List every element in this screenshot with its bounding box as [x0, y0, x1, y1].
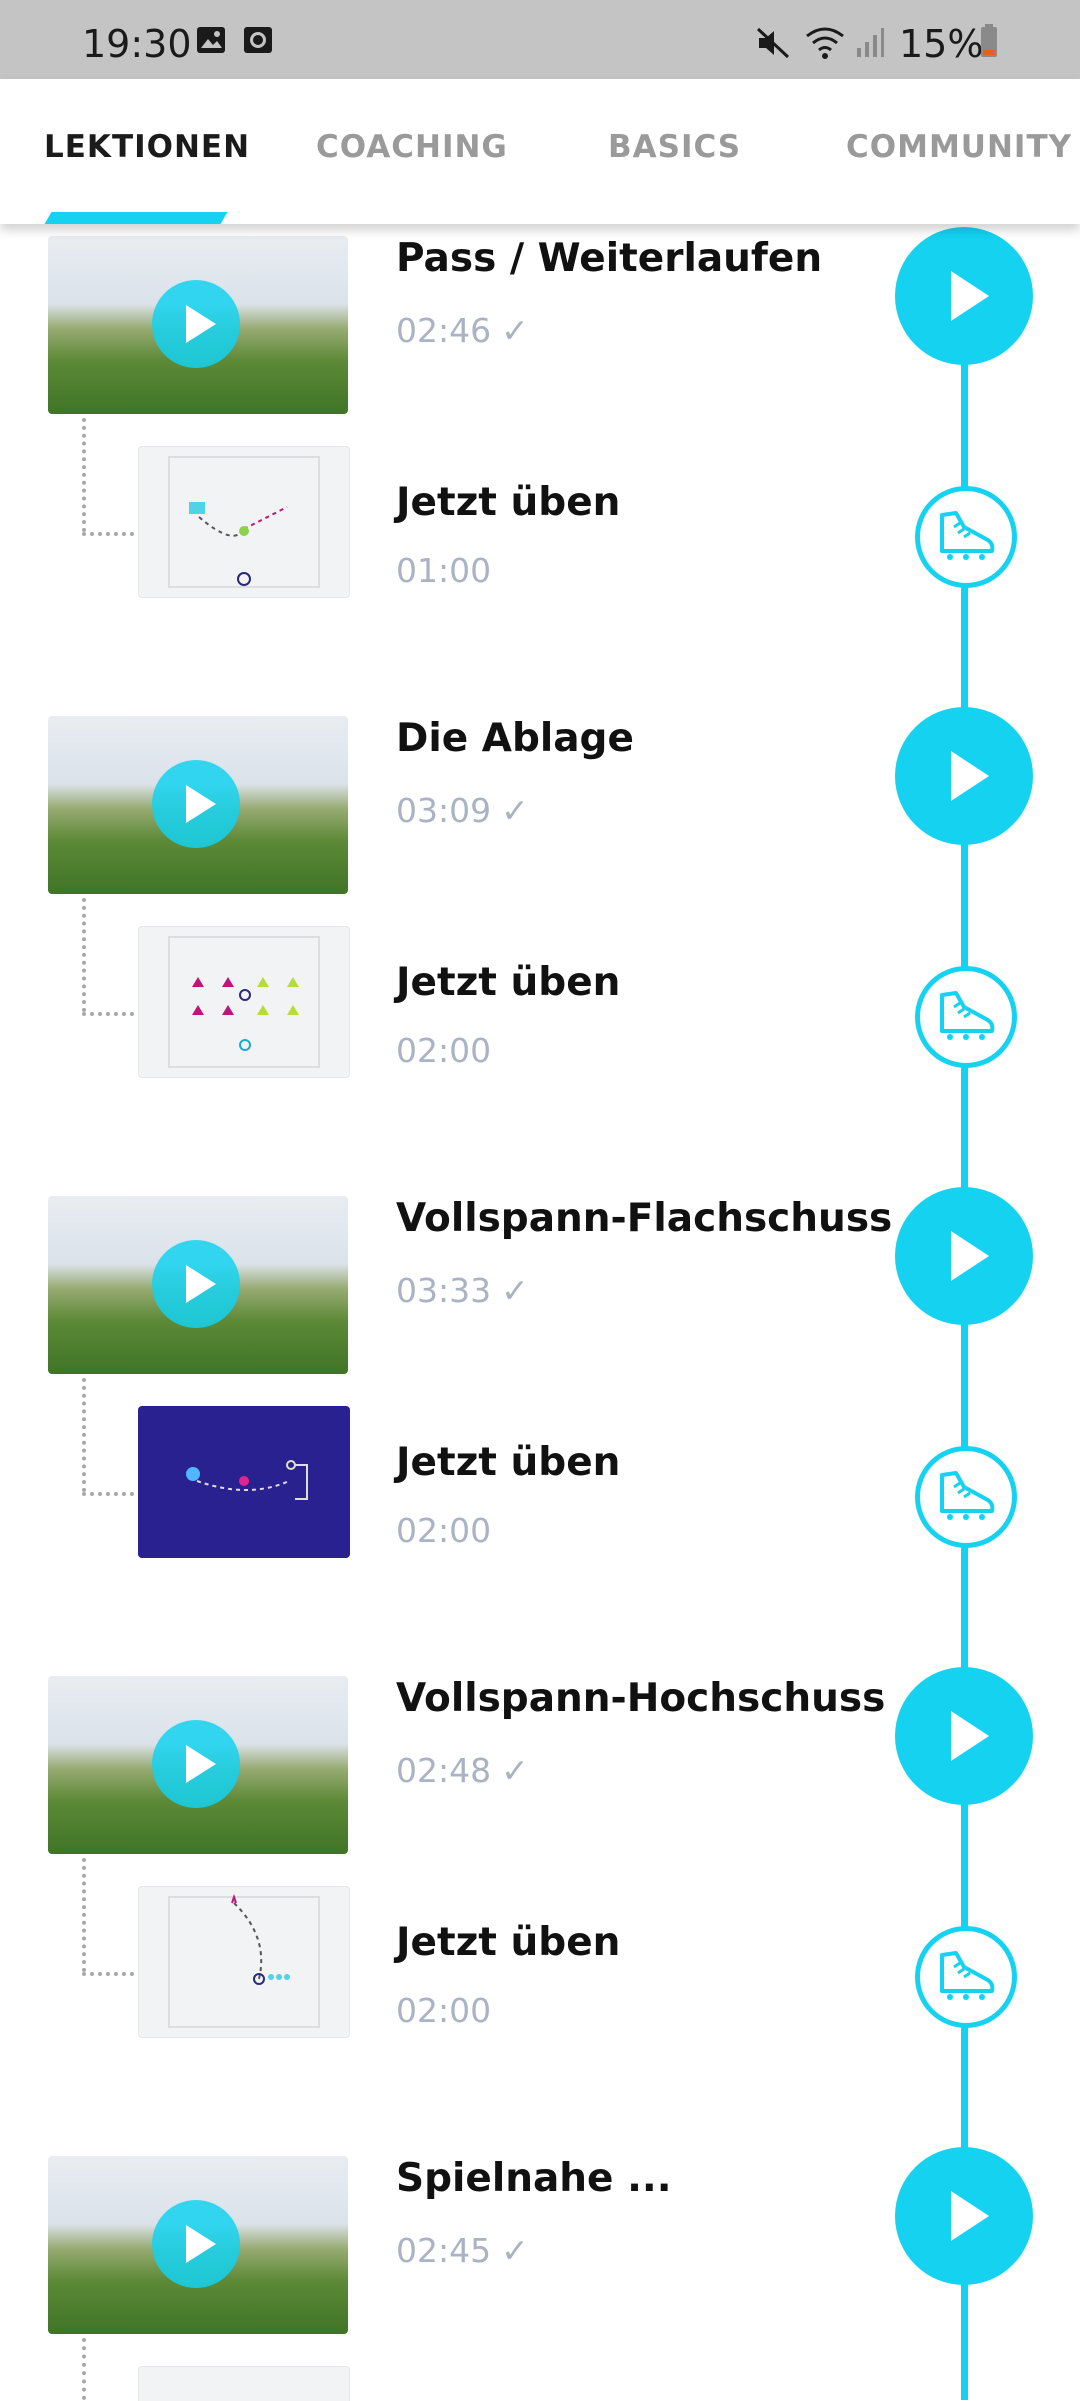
connector-line	[82, 1972, 134, 1976]
practice-button[interactable]	[915, 486, 1017, 588]
tab-community[interactable]: COMMUNITY	[846, 129, 1071, 165]
tab-coaching[interactable]: COACHING	[316, 129, 507, 165]
lesson-title[interactable]: Pass / Weiterlaufen	[396, 236, 822, 281]
play-icon	[152, 2200, 240, 2288]
tab-bar: LEKTIONEN COACHING BASICS COMMUNITY	[0, 79, 1080, 224]
check-icon: ✓	[501, 311, 529, 350]
practice-duration: 02:00	[396, 1031, 492, 1070]
lesson-title[interactable]: Vollspann-Flachschuss	[396, 1196, 892, 1241]
signal-icon	[855, 26, 885, 62]
lesson-title[interactable]: Vollspann-Hochschuss	[396, 1676, 885, 1721]
drill-thumbnail[interactable]	[138, 2366, 350, 2401]
drill-thumbnail[interactable]	[138, 1886, 350, 2038]
lesson-title[interactable]: Spielnahe ...	[396, 2156, 672, 2201]
gallery-icon	[196, 26, 226, 58]
lesson-duration: 03:09	[396, 791, 492, 830]
connector-line	[82, 1378, 86, 1492]
lesson-duration-row: 02:46 ✓	[396, 311, 529, 350]
connector-line	[82, 418, 86, 532]
lesson-duration-row: 03:33 ✓	[396, 1271, 529, 1310]
lesson-duration: 02:45	[396, 2231, 492, 2270]
play-button[interactable]	[895, 707, 1033, 845]
check-icon: ✓	[501, 1271, 529, 1310]
active-tab-indicator	[44, 212, 228, 224]
drill-thumbnail[interactable]	[138, 446, 350, 598]
lesson-duration: 03:33	[396, 1271, 492, 1310]
practice-title[interactable]: Jetzt üben	[396, 960, 620, 1005]
lesson-duration-row: 02:48 ✓	[396, 1751, 529, 1790]
check-icon: ✓	[501, 2231, 529, 2270]
play-button[interactable]	[895, 1187, 1033, 1325]
drill-thumbnail[interactable]	[138, 926, 350, 1078]
connector-line	[82, 1492, 134, 1496]
status-time: 19:30	[82, 22, 192, 66]
timeline-line	[961, 300, 968, 2400]
connector-line	[82, 532, 134, 536]
clock-icon	[243, 26, 273, 58]
lesson-video-thumbnail[interactable]	[48, 1676, 348, 1854]
wifi-icon	[805, 26, 845, 64]
lesson-video-thumbnail[interactable]	[48, 716, 348, 894]
play-button[interactable]	[895, 1667, 1033, 1805]
lesson-video-thumbnail[interactable]	[48, 236, 348, 414]
lesson-duration: 02:46	[396, 311, 492, 350]
lesson-duration: 02:48	[396, 1751, 492, 1790]
status-bar: 19:30 15%	[0, 0, 1080, 79]
practice-title[interactable]: Jetzt üben	[396, 1440, 620, 1485]
connector-line	[82, 2338, 86, 2400]
practice-title[interactable]: Jetzt üben	[396, 1920, 620, 1965]
practice-button[interactable]	[915, 1926, 1017, 2028]
check-icon: ✓	[501, 791, 529, 830]
play-button[interactable]	[895, 227, 1033, 365]
battery-percent: 15%	[899, 22, 984, 66]
check-icon: ✓	[501, 1751, 529, 1790]
lesson-duration-row: 02:45 ✓	[396, 2231, 529, 2270]
connector-line	[82, 1858, 86, 1972]
battery-icon	[980, 24, 998, 62]
practice-duration: 02:00	[396, 1511, 492, 1550]
practice-title[interactable]: Jetzt üben	[396, 480, 620, 525]
play-button[interactable]	[895, 2147, 1033, 2285]
play-icon	[152, 1720, 240, 1808]
practice-button[interactable]	[915, 1446, 1017, 1548]
mute-icon	[755, 26, 791, 64]
lesson-video-thumbnail[interactable]	[48, 2156, 348, 2334]
tab-lektionen[interactable]: LEKTIONEN	[44, 129, 249, 165]
drill-thumbnail[interactable]	[138, 1406, 350, 1558]
practice-duration: 02:00	[396, 1991, 492, 2030]
practice-button[interactable]	[915, 966, 1017, 1068]
lesson-title[interactable]: Die Ablage	[396, 716, 634, 761]
lesson-video-thumbnail[interactable]	[48, 1196, 348, 1374]
tab-basics[interactable]: BASICS	[608, 129, 740, 165]
play-icon	[152, 760, 240, 848]
practice-duration: 01:00	[396, 551, 492, 590]
play-icon	[152, 1240, 240, 1328]
play-icon	[152, 280, 240, 368]
connector-line	[82, 898, 86, 1012]
connector-line	[82, 1012, 134, 1016]
lesson-duration-row: 03:09 ✓	[396, 791, 529, 830]
